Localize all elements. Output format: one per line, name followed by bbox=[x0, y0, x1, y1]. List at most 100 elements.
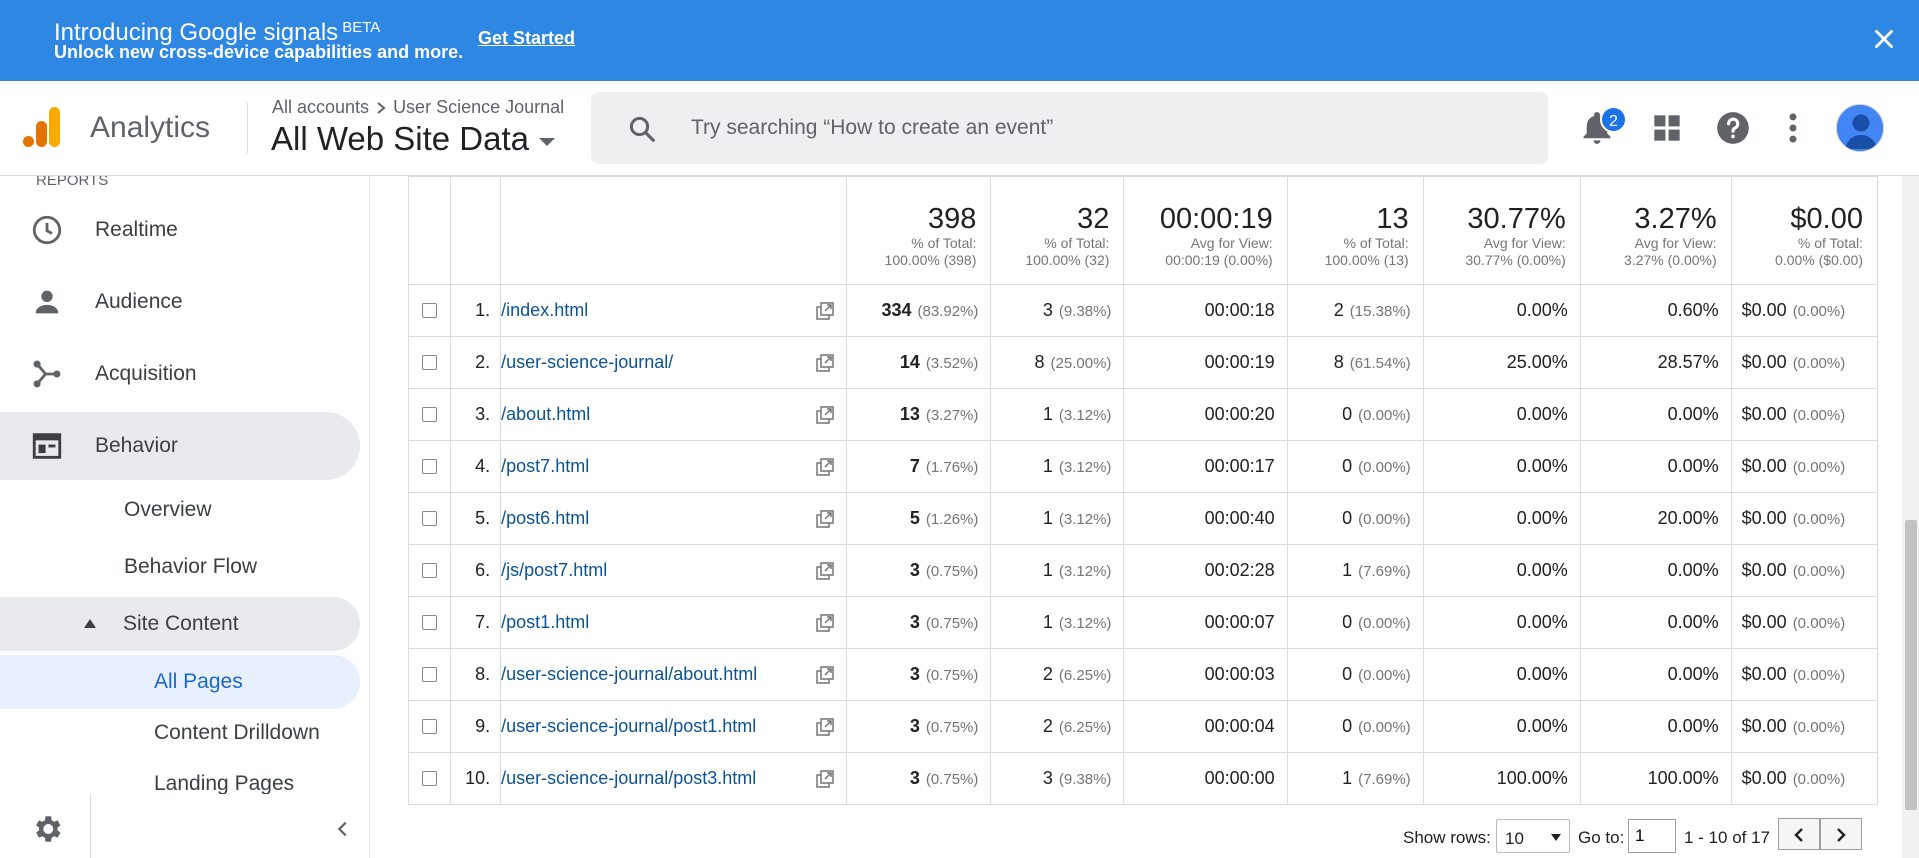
row-checkbox[interactable] bbox=[422, 355, 438, 370]
sidebar-item-label: Audience bbox=[95, 290, 183, 313]
breadcrumb[interactable]: All accounts User Science Journal bbox=[272, 97, 564, 118]
view-selector[interactable]: All Web Site Data bbox=[271, 120, 556, 158]
breadcrumb-property[interactable]: User Science Journal bbox=[393, 97, 564, 118]
open-page-icon[interactable] bbox=[816, 770, 834, 788]
page-value: $0.00 bbox=[1741, 612, 1787, 632]
prev-page-button[interactable] bbox=[1778, 818, 1820, 850]
page-link[interactable]: /index.html bbox=[501, 300, 588, 320]
entrances-cell: 0 (0.00%) bbox=[1286, 440, 1424, 493]
page-link[interactable]: /user-science-journal/about.html bbox=[501, 664, 757, 684]
unique-pageviews-cell: 2 (6.25%) bbox=[990, 700, 1125, 753]
page-value-percent: (0.00%) bbox=[1792, 563, 1846, 580]
row-index: 7. bbox=[450, 596, 502, 649]
open-page-icon[interactable] bbox=[816, 354, 834, 372]
breadcrumb-account[interactable]: All accounts bbox=[272, 97, 369, 118]
row-checkbox[interactable] bbox=[422, 407, 438, 422]
page-link[interactable]: /post7.html bbox=[501, 456, 589, 476]
pageviews-cell-value: 3 bbox=[909, 560, 920, 580]
pageviews-cell-percent: (3.52%) bbox=[925, 355, 979, 372]
checkbox-cell bbox=[408, 440, 452, 493]
avg-time-cell: 00:00:20 bbox=[1123, 388, 1288, 441]
pageviews-cell-percent: (1.76%) bbox=[925, 459, 979, 476]
page-link[interactable]: /about.html bbox=[501, 404, 590, 424]
row-index: 3. bbox=[450, 388, 502, 441]
gear-icon[interactable] bbox=[30, 812, 64, 846]
totals-value: 30.77% bbox=[1467, 203, 1566, 235]
totals-value: 32 bbox=[1077, 203, 1110, 235]
open-page-icon[interactable] bbox=[816, 614, 834, 632]
goto-input[interactable] bbox=[1628, 819, 1676, 853]
open-page-icon[interactable] bbox=[816, 406, 834, 424]
help-icon[interactable] bbox=[1714, 109, 1752, 147]
chevron-left-icon bbox=[1794, 828, 1803, 842]
sidebar-item-site-content[interactable]: Site Content bbox=[0, 597, 360, 651]
entrances-cell: 0 (0.00%) bbox=[1286, 492, 1424, 545]
row-checkbox[interactable] bbox=[422, 615, 438, 630]
totals-cell: 32% of Total: 100.00% (32) bbox=[990, 176, 1125, 285]
page-link[interactable]: /post6.html bbox=[501, 508, 589, 528]
page-cell: /user-science-journal/about.html bbox=[500, 648, 848, 701]
avatar[interactable] bbox=[1836, 104, 1884, 152]
row-checkbox[interactable] bbox=[422, 719, 438, 734]
pageviews-cell: 13 (3.27%) bbox=[846, 388, 992, 441]
open-page-icon[interactable] bbox=[816, 562, 834, 580]
totals-caption: Avg for View: bbox=[1483, 235, 1566, 251]
entrances-cell-value: 0 bbox=[1342, 664, 1353, 684]
row-checkbox[interactable] bbox=[422, 771, 438, 786]
page-cell: /user-science-journal/post1.html bbox=[500, 700, 848, 753]
row-checkbox[interactable] bbox=[422, 563, 438, 578]
page-link[interactable]: /user-science-journal/post3.html bbox=[501, 768, 756, 788]
app-name[interactable]: Analytics bbox=[90, 111, 210, 145]
row-checkbox[interactable] bbox=[422, 511, 438, 526]
pageviews-cell-value: 3 bbox=[909, 664, 920, 684]
page-value-percent: (0.00%) bbox=[1792, 303, 1846, 320]
open-page-icon[interactable] bbox=[816, 302, 834, 320]
avg-time-cell: 00:00:04 bbox=[1123, 700, 1288, 753]
page-value-cell: $0.00 (0.00%) bbox=[1730, 388, 1878, 441]
search-input[interactable] bbox=[691, 92, 1511, 164]
sidebar-item-realtime[interactable]: Realtime bbox=[0, 196, 360, 264]
entrances-cell-value: 8 bbox=[1333, 352, 1344, 372]
page-link[interactable]: /js/post7.html bbox=[501, 560, 607, 580]
page-value-cell: $0.00 (0.00%) bbox=[1730, 752, 1878, 805]
chevron-left-icon[interactable] bbox=[332, 818, 354, 840]
exit-rate-cell: 0.00% bbox=[1579, 440, 1732, 493]
analytics-logo-icon[interactable] bbox=[22, 105, 62, 149]
row-checkbox[interactable] bbox=[422, 459, 438, 474]
search-bar[interactable] bbox=[591, 92, 1548, 164]
next-page-button[interactable] bbox=[1820, 818, 1862, 850]
row-checkbox[interactable] bbox=[422, 667, 438, 682]
sidebar-item-behavior-flow[interactable]: Behavior Flow bbox=[0, 540, 360, 594]
pageviews-cell-value: 14 bbox=[899, 352, 920, 372]
show-rows-select[interactable]: 10 bbox=[1496, 819, 1570, 853]
more-vert-icon[interactable] bbox=[1774, 109, 1812, 147]
bounce-rate-cell: 100.00% bbox=[1422, 752, 1581, 805]
open-page-icon[interactable] bbox=[816, 718, 834, 736]
open-page-icon[interactable] bbox=[816, 666, 834, 684]
sidebar-item-behavior[interactable]: Behavior bbox=[0, 412, 360, 480]
sidebar-item-audience[interactable]: Audience bbox=[0, 268, 360, 336]
totals-detail: 00:00:19 (0.00%) bbox=[1165, 252, 1273, 268]
open-page-icon[interactable] bbox=[816, 458, 834, 476]
unique-pageviews-cell: 1 (3.12%) bbox=[990, 596, 1125, 649]
unique-pageviews-cell-value: 1 bbox=[1042, 612, 1053, 632]
row-checkbox[interactable] bbox=[422, 303, 438, 318]
page-link[interactable]: /user-science-journal/post1.html bbox=[501, 716, 756, 736]
entrances-cell: 2 (15.38%) bbox=[1286, 284, 1424, 337]
sidebar-item-overview[interactable]: Overview bbox=[0, 483, 360, 537]
sidebar-item-acquisition[interactable]: Acquisition bbox=[0, 340, 360, 408]
page-link[interactable]: /post1.html bbox=[501, 612, 589, 632]
apps-grid-icon[interactable] bbox=[1648, 109, 1686, 147]
close-icon[interactable] bbox=[1871, 26, 1897, 52]
sidebar-item-label: Content Drilldown bbox=[154, 721, 320, 744]
scrollbar-thumb[interactable] bbox=[1905, 520, 1917, 810]
page-link[interactable]: /user-science-journal/ bbox=[501, 352, 673, 372]
open-page-icon[interactable] bbox=[816, 510, 834, 528]
avg-time-cell: 00:00:00 bbox=[1123, 752, 1288, 805]
sidebar-item-content-drilldown[interactable]: Content Drilldown bbox=[0, 706, 360, 760]
get-started-link[interactable]: Get Started bbox=[478, 28, 575, 49]
notification-badge: 2 bbox=[1600, 106, 1627, 133]
page-value: $0.00 bbox=[1741, 560, 1787, 580]
row-index: 5. bbox=[450, 492, 502, 545]
sidebar-item-all-pages[interactable]: All Pages bbox=[0, 655, 360, 709]
